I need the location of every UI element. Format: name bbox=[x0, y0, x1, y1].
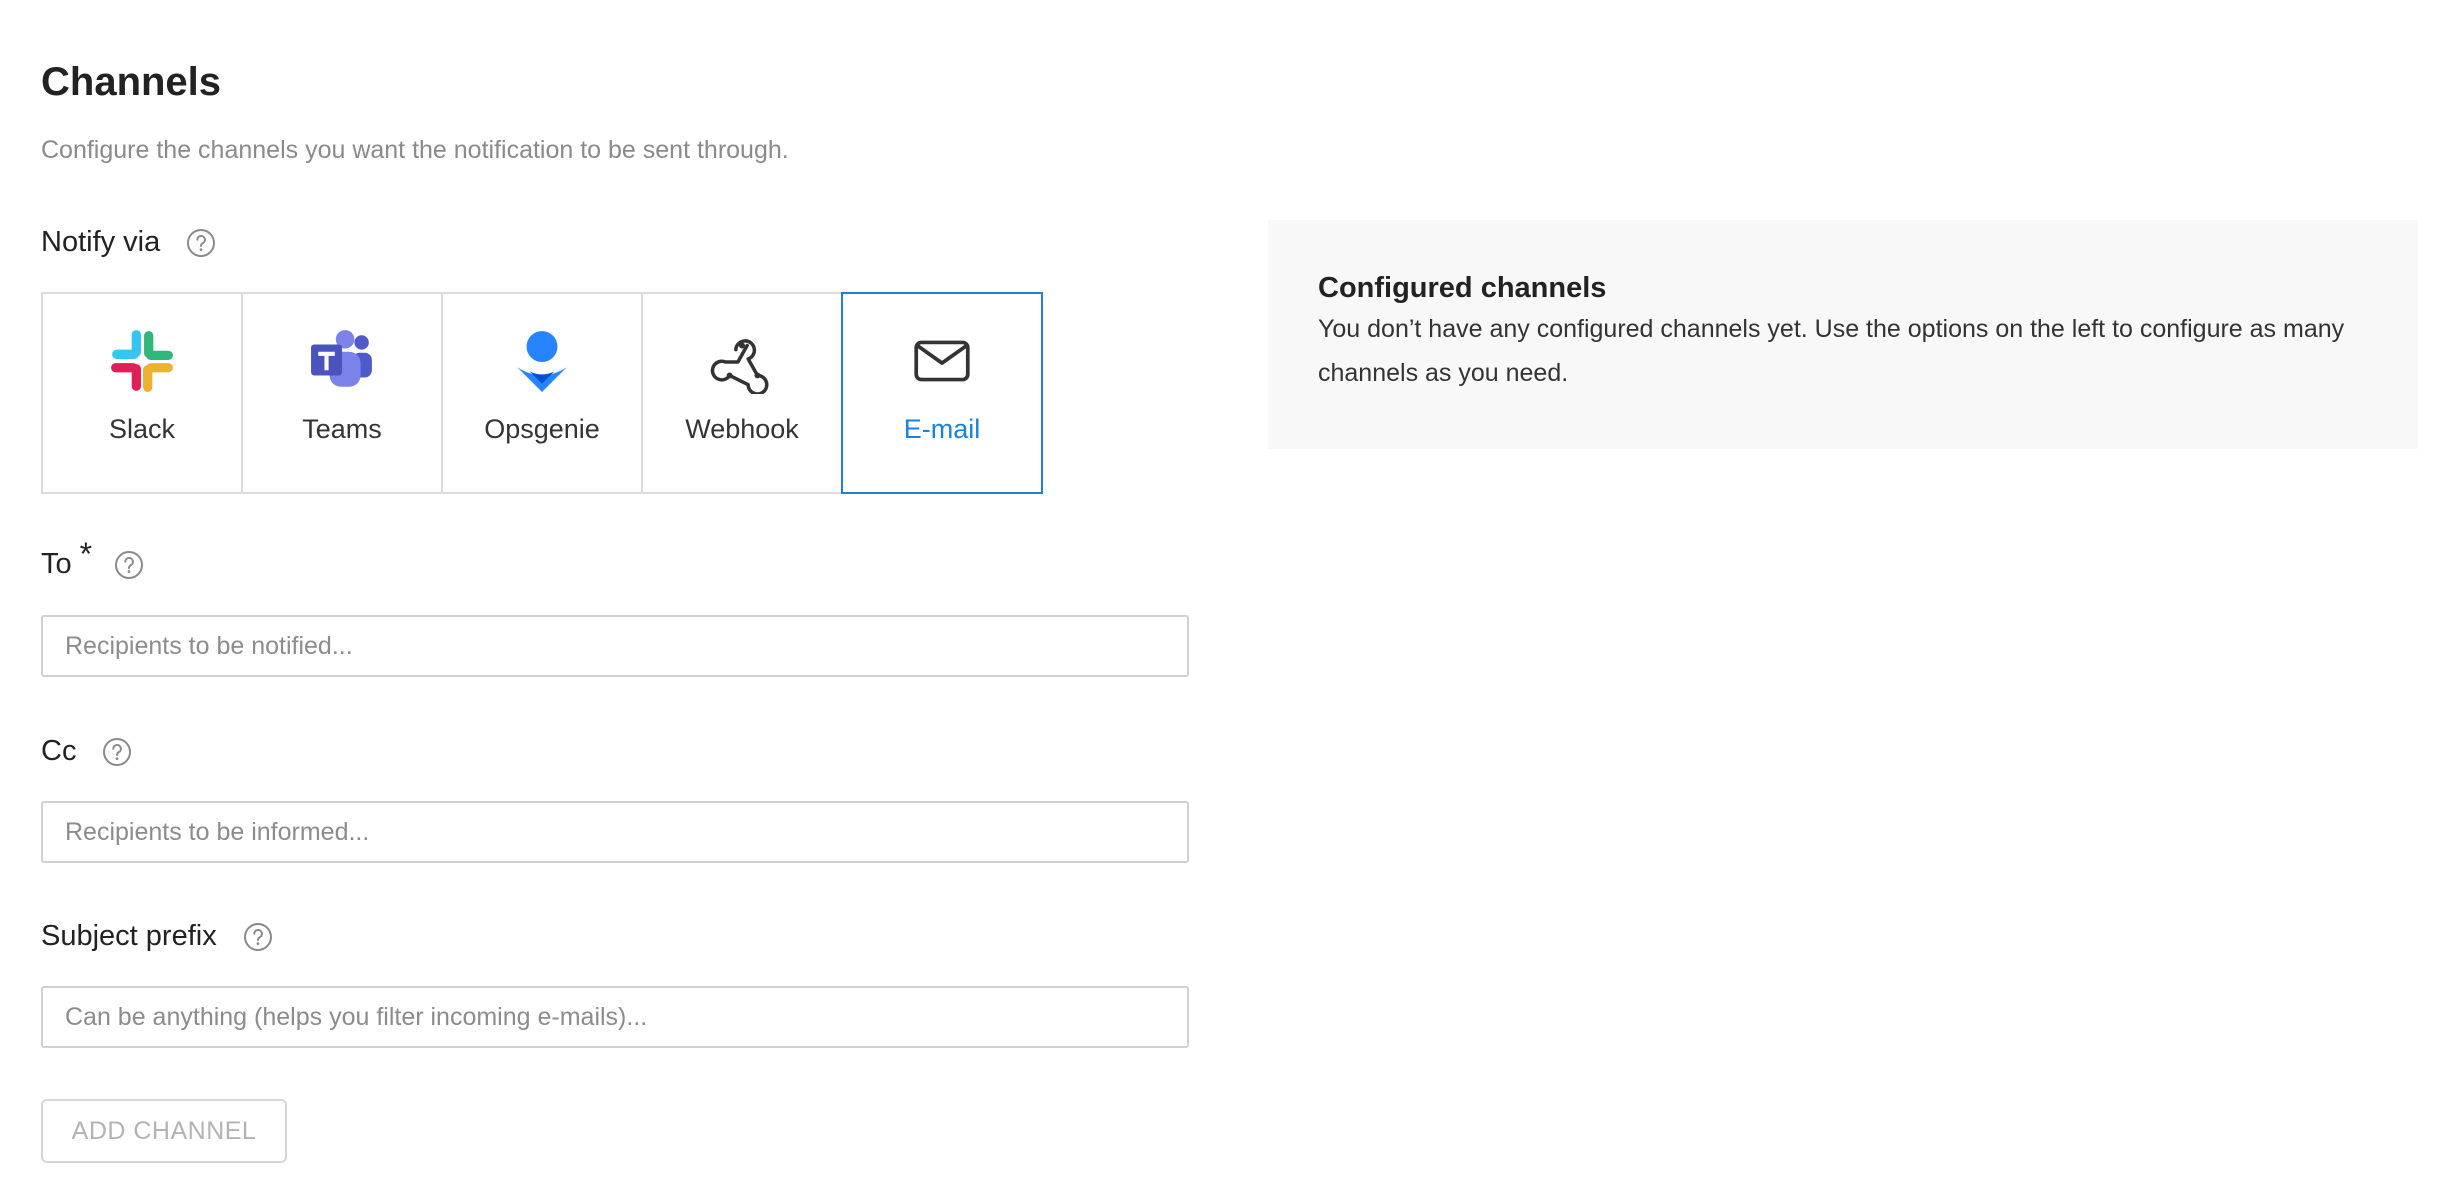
help-icon[interactable] bbox=[243, 922, 273, 952]
webhook-icon bbox=[709, 328, 775, 394]
configured-channels-title: Configured channels bbox=[1318, 272, 1607, 304]
page-subtitle: Configure the channels you want the noti… bbox=[41, 136, 789, 164]
configured-channels-panel: Configured channels You don’t have any c… bbox=[1268, 220, 2418, 449]
channel-selector: Slack Teams Opsgenie Webhook E-mail bbox=[41, 292, 1043, 494]
help-icon[interactable] bbox=[186, 228, 216, 258]
channel-option-webhook[interactable]: Webhook bbox=[641, 292, 843, 494]
teams-icon bbox=[309, 328, 375, 394]
to-input[interactable] bbox=[41, 615, 1189, 677]
to-label-row: To * bbox=[41, 536, 144, 583]
configured-channels-empty-text: You don’t have any configured channels y… bbox=[1318, 315, 2345, 387]
mail-icon bbox=[909, 328, 975, 394]
channel-label-webhook: Webhook bbox=[685, 414, 799, 444]
help-icon[interactable] bbox=[102, 737, 132, 767]
notify-via-label: Notify via bbox=[41, 226, 161, 258]
subject-prefix-label-row: Subject prefix bbox=[41, 920, 273, 953]
cc-label-row: Cc bbox=[41, 735, 132, 768]
channel-option-teams[interactable]: Teams bbox=[241, 292, 443, 494]
channel-label-opsgenie: Opsgenie bbox=[484, 414, 600, 444]
channel-label-email: E-mail bbox=[903, 414, 981, 444]
channel-option-slack[interactable]: Slack bbox=[41, 292, 243, 494]
channel-option-email[interactable]: E-mail bbox=[841, 292, 1043, 494]
channel-label-slack: Slack bbox=[108, 414, 176, 444]
to-label: To bbox=[41, 548, 72, 580]
opsgenie-icon bbox=[509, 328, 575, 394]
notify-via-label-row: Notify via bbox=[41, 226, 216, 259]
slack-icon bbox=[109, 328, 175, 394]
required-marker: * bbox=[79, 536, 93, 572]
help-icon[interactable] bbox=[114, 550, 144, 580]
cc-label: Cc bbox=[41, 735, 77, 767]
subject-prefix-label: Subject prefix bbox=[41, 920, 217, 952]
channels-page: Channels Configure the channels you want… bbox=[0, 0, 2440, 1181]
subject-prefix-input[interactable] bbox=[41, 986, 1189, 1048]
add-channel-button[interactable]: ADD CHANNEL bbox=[41, 1099, 287, 1163]
channel-option-opsgenie[interactable]: Opsgenie bbox=[441, 292, 643, 494]
cc-input[interactable] bbox=[41, 801, 1189, 863]
channel-label-teams: Teams bbox=[302, 414, 382, 444]
page-title: Channels bbox=[41, 60, 222, 104]
